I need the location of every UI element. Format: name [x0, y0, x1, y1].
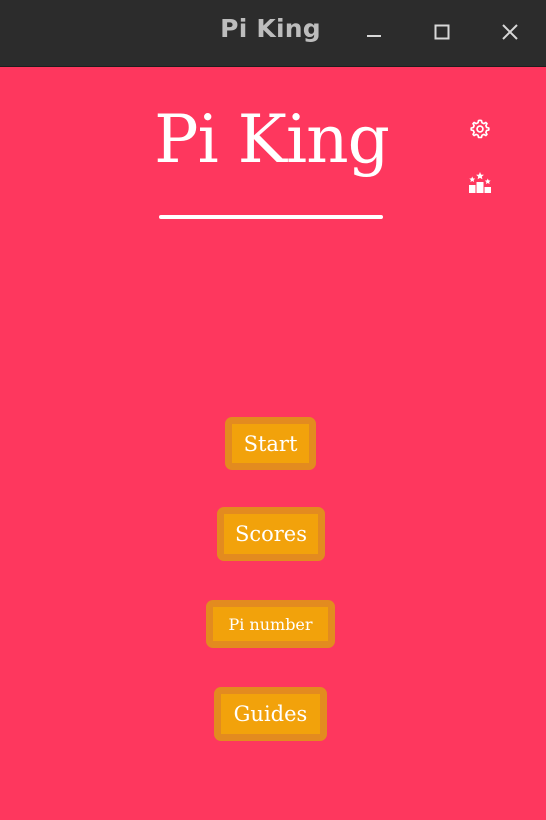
app-window: Pi King Pi King Start Scores Pi number G… [0, 0, 546, 820]
guides-button[interactable]: Guides [214, 687, 327, 741]
minimize-icon [367, 35, 381, 37]
pi-number-button[interactable]: Pi number [206, 600, 335, 648]
maximize-button[interactable] [424, 14, 460, 50]
title-underline [159, 215, 383, 219]
scores-button[interactable]: Scores [217, 507, 325, 561]
maximize-icon [434, 24, 450, 40]
close-icon [502, 24, 518, 40]
close-button[interactable] [492, 14, 528, 50]
start-button[interactable]: Start [225, 417, 316, 470]
main-content: Pi King Start Scores Pi number Guides [0, 67, 546, 820]
ranking-icon [469, 172, 491, 193]
window-titlebar[interactable]: Pi King [0, 0, 546, 67]
settings-icon [470, 119, 490, 139]
ranking-button[interactable] [466, 169, 494, 197]
minimize-button[interactable] [356, 14, 392, 50]
app-title: Pi King [154, 101, 390, 178]
settings-button[interactable] [466, 115, 494, 143]
